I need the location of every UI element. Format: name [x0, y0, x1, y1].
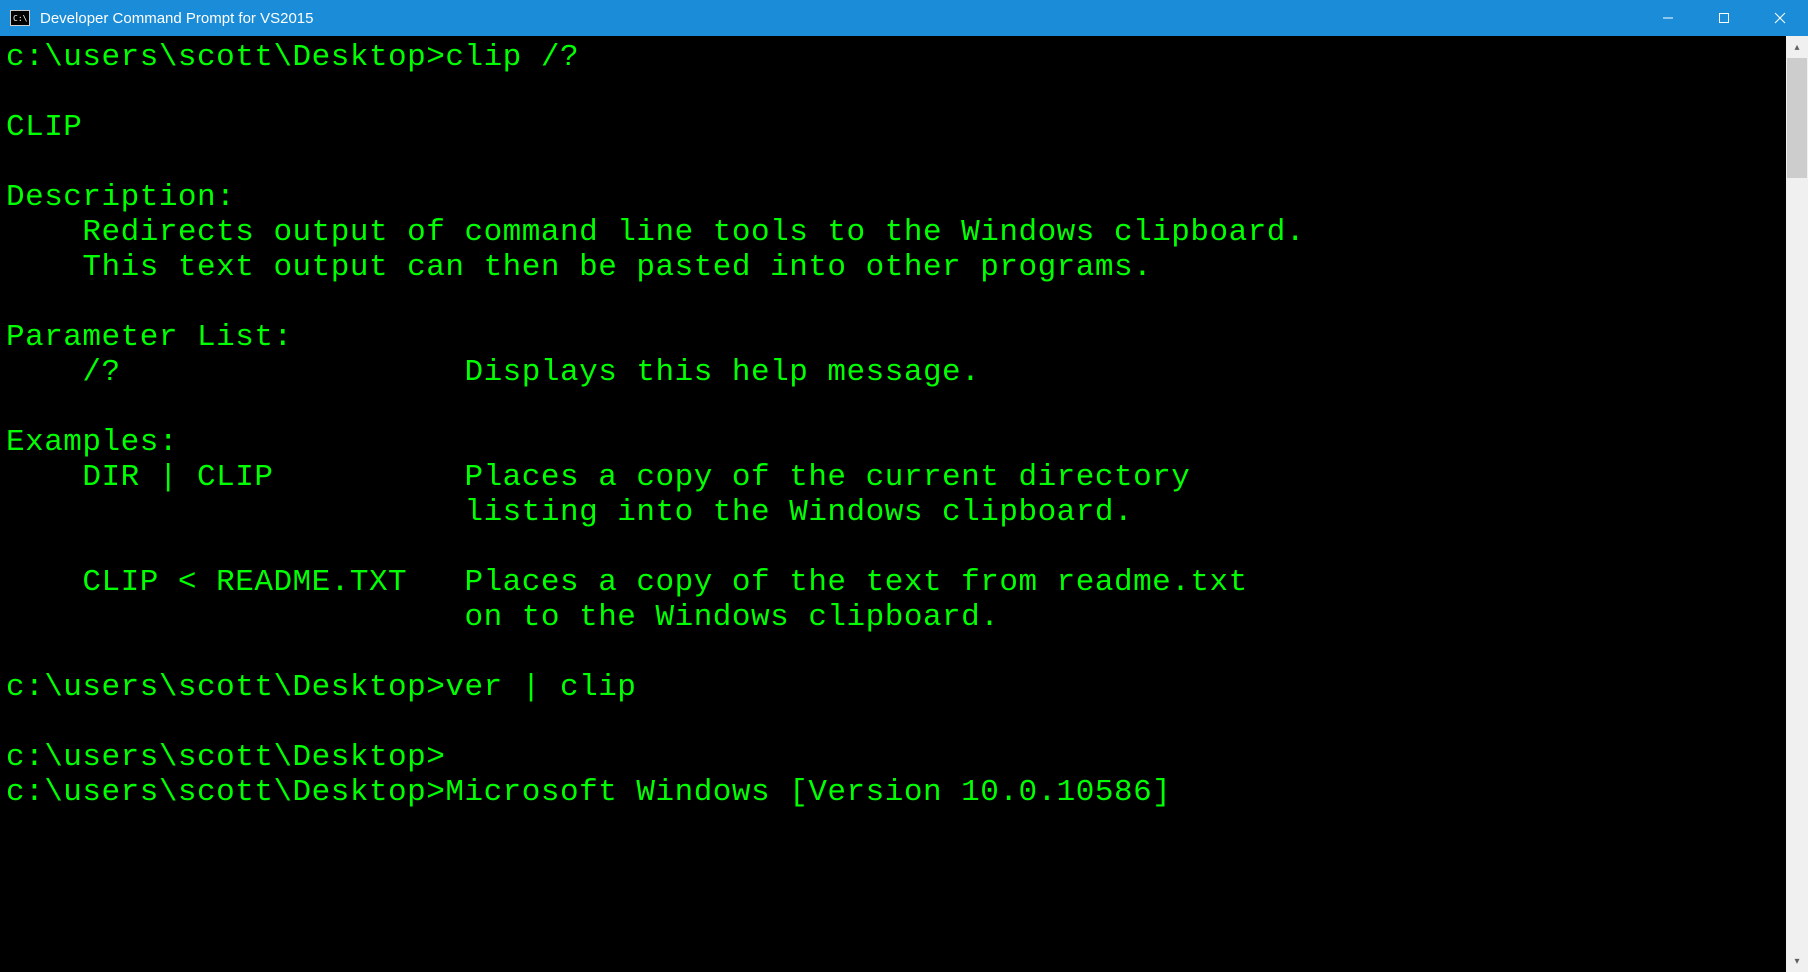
close-button[interactable]	[1752, 0, 1808, 36]
scrollbar-down-arrow[interactable]: ▾	[1786, 950, 1808, 972]
minimize-button[interactable]	[1640, 0, 1696, 36]
maximize-button[interactable]	[1696, 0, 1752, 36]
terminal-container: c:\users\scott\Desktop>clip /? CLIP Desc…	[0, 36, 1808, 972]
window-titlebar: C:\ Developer Command Prompt for VS2015	[0, 0, 1808, 36]
window-controls	[1640, 0, 1808, 36]
cmd-icon: C:\	[10, 10, 30, 26]
close-icon	[1774, 12, 1786, 24]
terminal-output[interactable]: c:\users\scott\Desktop>clip /? CLIP Desc…	[0, 36, 1786, 972]
minimize-icon	[1662, 12, 1674, 24]
scrollbar-up-arrow[interactable]: ▴	[1786, 36, 1808, 58]
titlebar-left: C:\ Developer Command Prompt for VS2015	[0, 10, 313, 27]
window-title: Developer Command Prompt for VS2015	[40, 10, 313, 27]
vertical-scrollbar[interactable]: ▴ ▾	[1786, 36, 1808, 972]
maximize-icon	[1718, 12, 1730, 24]
scrollbar-thumb[interactable]	[1787, 58, 1807, 178]
